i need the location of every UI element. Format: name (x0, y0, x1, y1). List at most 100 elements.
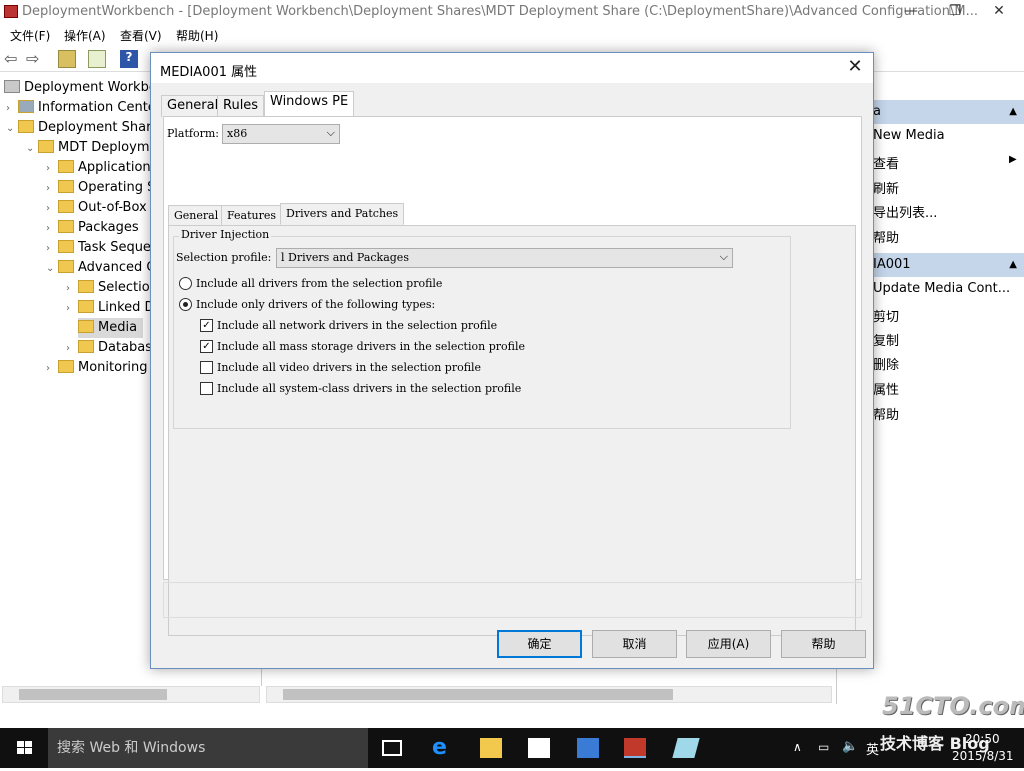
chevron-right-icon[interactable]: › (46, 219, 58, 239)
checkbox-network-drivers-label[interactable]: Include all network drivers in the selec… (217, 319, 497, 332)
checkbox-mass-storage-drivers[interactable]: ✓ (200, 340, 213, 353)
ime-icon[interactable]: 英 (866, 739, 879, 758)
inner-tab-features[interactable]: Features (221, 205, 283, 225)
close-icon[interactable]: ✕ (976, 0, 1022, 24)
action-update-media[interactable]: Update Media Cont... (873, 281, 1010, 296)
chevron-right-icon[interactable]: › (66, 339, 78, 359)
menu-file[interactable]: 文件(F) (10, 27, 50, 44)
tree-node-deployment-shares[interactable]: ⌄ Deployment Shares (6, 118, 166, 138)
chevron-right-icon[interactable]: › (66, 279, 78, 299)
folder-icon (78, 320, 94, 333)
up-folder-icon[interactable] (58, 50, 76, 68)
folder-icon (58, 200, 74, 213)
windows-start-icon[interactable] (0, 728, 48, 768)
volume-icon[interactable]: 🔈 (842, 739, 858, 754)
tree-horizontal-scrollbar[interactable] (2, 686, 260, 703)
cancel-button[interactable]: 取消 (592, 630, 677, 658)
checkbox-network-drivers[interactable]: ✓ (200, 319, 213, 332)
platform-select[interactable]: x86 ⌵ (222, 124, 340, 144)
chevron-down-icon[interactable]: ⌄ (46, 259, 58, 279)
checkbox-video-drivers-label[interactable]: Include all video drivers in the selecti… (217, 361, 481, 374)
chevron-down-icon[interactable]: ⌄ (6, 119, 18, 139)
app-taskbar-icon[interactable] (672, 738, 700, 758)
chevron-up-icon[interactable]: ∧ (793, 740, 802, 754)
radio-include-all-label[interactable]: Include all drivers from the selection p… (196, 277, 442, 290)
app-icon (4, 5, 18, 18)
action-delete[interactable]: 删除 (873, 354, 899, 373)
tree-node-media[interactable]: Media (78, 318, 144, 338)
task-view-icon[interactable] (382, 740, 402, 756)
folder-icon (18, 120, 34, 133)
tab-general[interactable]: General (161, 95, 225, 117)
chevron-right-icon[interactable]: › (46, 239, 58, 259)
close-icon[interactable]: ✕ (843, 57, 867, 79)
minimize-icon[interactable]: — (888, 0, 934, 24)
menu-bar: 文件(F) 操作(A) 查看(V) 帮助(H) (0, 24, 1024, 44)
search-box[interactable]: 搜索 Web 和 Windows (48, 728, 368, 768)
collapse-icon[interactable]: ▲ (1009, 100, 1017, 124)
clock-date[interactable]: 2015/8/31 (952, 749, 1014, 763)
scroll-thumb[interactable] (283, 689, 673, 700)
action-properties[interactable]: 属性 (873, 379, 899, 398)
action-help[interactable]: 帮助 (873, 404, 899, 423)
chevron-right-icon[interactable]: › (66, 299, 78, 319)
inner-tab-general[interactable]: General (168, 205, 225, 225)
network-icon[interactable]: ▭ (818, 740, 829, 754)
folder-icon (58, 240, 74, 253)
window-titlebar: DeploymentWorkbench - [Deployment Workbe… (0, 0, 1024, 24)
action-new-media[interactable]: New Media (873, 128, 945, 143)
tab-windows-pe[interactable]: Windows PE (264, 91, 355, 117)
content-horizontal-scrollbar[interactable] (266, 686, 832, 703)
action-view[interactable]: 查看 (873, 153, 899, 172)
chevron-right-icon[interactable]: › (46, 179, 58, 199)
chevron-right-icon[interactable]: › (6, 99, 18, 119)
taskbar: 搜索 Web 和 Windows e ∧ ▭ 🔈 英 技术博客 Blog 20:… (0, 728, 1024, 768)
radio-include-only[interactable] (179, 298, 192, 311)
store-icon[interactable] (528, 738, 550, 758)
maximize-icon[interactable]: ❐ (932, 0, 978, 24)
checkbox-mass-storage-drivers-label[interactable]: Include all mass storage drivers in the … (217, 340, 525, 353)
folder-icon (58, 160, 74, 173)
edge-icon[interactable]: e (432, 737, 454, 759)
inner-tab-drivers-patches[interactable]: Drivers and Patches (280, 203, 405, 225)
help-icon[interactable]: ? (120, 50, 138, 68)
help-button[interactable]: 帮助 (781, 630, 866, 658)
action-help[interactable]: 帮助 (873, 227, 899, 246)
tree-node-database[interactable]: › Database (66, 338, 160, 358)
folder-icon (78, 300, 94, 313)
chevron-down-icon[interactable]: ⌄ (26, 139, 38, 159)
tree-node-packages[interactable]: › Packages (46, 218, 139, 238)
chevron-right-icon[interactable]: › (46, 199, 58, 219)
chevron-down-icon: ⌵ (326, 126, 335, 139)
radio-include-only-label[interactable]: Include only drivers of the following ty… (196, 298, 435, 311)
back-icon[interactable]: ⇦ (4, 50, 22, 68)
media-icon[interactable] (577, 738, 599, 758)
tree-node-monitoring[interactable]: › Monitoring (46, 358, 148, 378)
radio-include-all[interactable] (179, 277, 192, 290)
checkbox-system-class-drivers-label[interactable]: Include all system-class drivers in the … (217, 382, 521, 395)
menu-action[interactable]: 操作(A) (64, 27, 106, 44)
selection-profile-select[interactable]: l Drivers and Packages ⌵ (276, 248, 733, 268)
collapse-icon[interactable]: ▲ (1009, 253, 1017, 277)
scroll-thumb[interactable] (19, 689, 167, 700)
action-export-list[interactable]: 导出列表... (873, 202, 937, 221)
forward-icon[interactable]: ⇨ (26, 50, 44, 68)
checkbox-system-class-drivers[interactable] (200, 382, 213, 395)
action-cut[interactable]: 剪切 (873, 306, 899, 325)
chevron-right-icon[interactable]: › (46, 159, 58, 179)
apply-button[interactable]: 应用(A) (686, 630, 771, 658)
menu-view[interactable]: 查看(V) (120, 27, 162, 44)
chevron-right-icon[interactable]: › (46, 359, 58, 379)
checkbox-video-drivers[interactable] (200, 361, 213, 374)
action-refresh[interactable]: 刷新 (873, 178, 899, 197)
tab-rules[interactable]: Rules (217, 95, 265, 117)
clock-time[interactable]: 20:50 (965, 732, 1000, 746)
menu-help[interactable]: 帮助(H) (176, 27, 218, 44)
ok-button[interactable]: 确定 (497, 630, 582, 658)
file-explorer-icon[interactable] (480, 738, 502, 758)
tree-node-information-center[interactable]: › Information Center (6, 98, 161, 118)
export-icon[interactable] (88, 50, 106, 68)
action-copy[interactable]: 复制 (873, 330, 899, 349)
deployment-workbench-taskbar-icon[interactable] (624, 738, 646, 758)
tree-node-applications[interactable]: › Applications (46, 158, 157, 178)
